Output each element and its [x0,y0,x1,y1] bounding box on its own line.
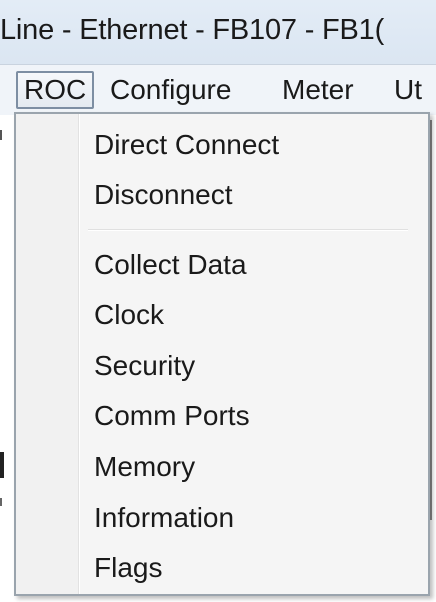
gutter-divider-highlight [79,114,80,594]
menu-bar: ROC Configure Meter Ut [0,64,436,115]
roc-dropdown-menu: Direct Connect Disconnect Collect Data C… [14,112,430,596]
menu-icon-gutter [16,114,78,594]
background-fragment [0,452,4,478]
menu-configure[interactable]: Configure [104,71,237,109]
menu-item-information[interactable]: Information [94,495,234,541]
menu-item-clock[interactable]: Clock [94,292,164,338]
menu-item-security[interactable]: Security [94,343,195,389]
menu-item-disconnect[interactable]: Disconnect [94,172,233,218]
window-title: Line - Ethernet - FB107 - FB1( [0,14,385,46]
menu-meter[interactable]: Meter [276,71,360,109]
menu-roc[interactable]: ROC [16,71,95,109]
menu-item-memory[interactable]: Memory [94,444,195,490]
background-fragment [0,130,2,140]
menu-item-direct-connect[interactable]: Direct Connect [94,122,279,168]
menu-utilities[interactable]: Ut [388,71,428,109]
background-fragment [0,498,2,506]
title-bar: Line - Ethernet - FB107 - FB1( [0,0,436,64]
menu-item-flags[interactable]: Flags [94,545,162,591]
menu-separator-highlight [88,230,408,231]
background-fragment [430,120,432,520]
application-window: Line - Ethernet - FB107 - FB1( ROC Confi… [0,0,436,602]
menu-item-collect-data[interactable]: Collect Data [94,242,247,288]
menu-item-comm-ports[interactable]: Comm Ports [94,393,250,439]
